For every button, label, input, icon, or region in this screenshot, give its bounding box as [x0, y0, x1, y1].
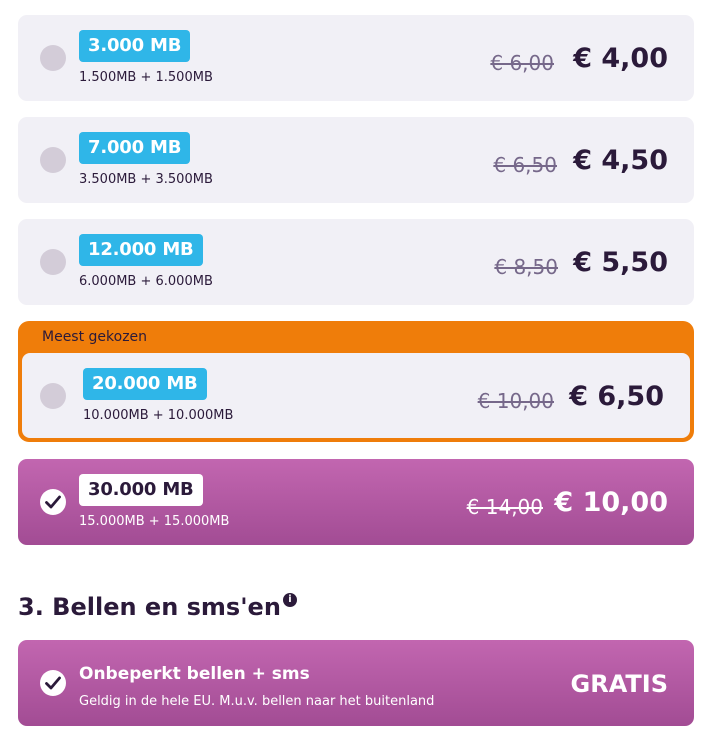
popular-plan-frame: Meest gekozen 20.000 MB 10.000MB + 10.00… [18, 321, 694, 442]
data-plan-option[interactable]: 12.000 MB 6.000MB + 6.000MB € 8,50 € 5,5… [18, 219, 694, 305]
data-split: 15.000MB + 15.000MB [79, 514, 230, 529]
data-split: 10.000MB + 10.000MB [83, 408, 234, 423]
calling-option-selected[interactable]: Onbeperkt bellen + sms Geldig in de hele… [18, 640, 694, 726]
radio-button[interactable] [40, 147, 66, 173]
data-plan-option-selected[interactable]: 30.000 MB 15.000MB + 15.000MB € 14,00 € … [18, 459, 694, 545]
radio-button[interactable] [40, 383, 66, 409]
popular-tag: Meest gekozen [42, 329, 148, 345]
old-price: € 6,50 [493, 153, 557, 177]
data-split: 1.500MB + 1.500MB [79, 70, 213, 85]
price: € 5,50 [573, 247, 668, 278]
checkmark-icon[interactable] [40, 489, 66, 515]
price: € 4,00 [573, 43, 668, 74]
data-split: 6.000MB + 6.000MB [79, 274, 213, 289]
price: € 6,50 [569, 381, 664, 412]
data-amount-badge: 7.000 MB [79, 132, 191, 164]
section-title-text: 3. Bellen en sms'en [18, 593, 281, 621]
radio-button[interactable] [40, 45, 66, 71]
data-split: 3.500MB + 3.500MB [79, 172, 213, 187]
calling-option-title: Onbeperkt bellen + sms [79, 664, 310, 684]
data-plan-option[interactable]: 3.000 MB 1.500MB + 1.500MB € 6,00 € 4,00 [18, 15, 694, 101]
data-amount-badge: 30.000 MB [79, 474, 203, 506]
section-title: 3. Bellen en sms'en i [18, 593, 297, 621]
calling-option-description: Geldig in de hele EU. M.u.v. bellen naar… [79, 694, 435, 709]
old-price: € 14,00 [466, 495, 543, 519]
data-plan-option[interactable]: 20.000 MB 10.000MB + 10.000MB € 10,00 € … [22, 353, 690, 438]
info-icon[interactable]: i [282, 593, 297, 607]
calling-option-price: GRATIS [570, 670, 668, 698]
data-amount-badge: 12.000 MB [79, 234, 203, 266]
old-price: € 10,00 [477, 389, 554, 413]
old-price: € 6,00 [490, 51, 554, 75]
price: € 4,50 [573, 145, 668, 176]
price: € 10,00 [554, 487, 668, 518]
data-amount-badge: 20.000 MB [83, 368, 207, 400]
data-plan-option[interactable]: 7.000 MB 3.500MB + 3.500MB € 6,50 € 4,50 [18, 117, 694, 203]
radio-button[interactable] [40, 249, 66, 275]
old-price: € 8,50 [494, 255, 558, 279]
checkmark-icon[interactable] [40, 670, 66, 696]
data-amount-badge: 3.000 MB [79, 30, 191, 62]
